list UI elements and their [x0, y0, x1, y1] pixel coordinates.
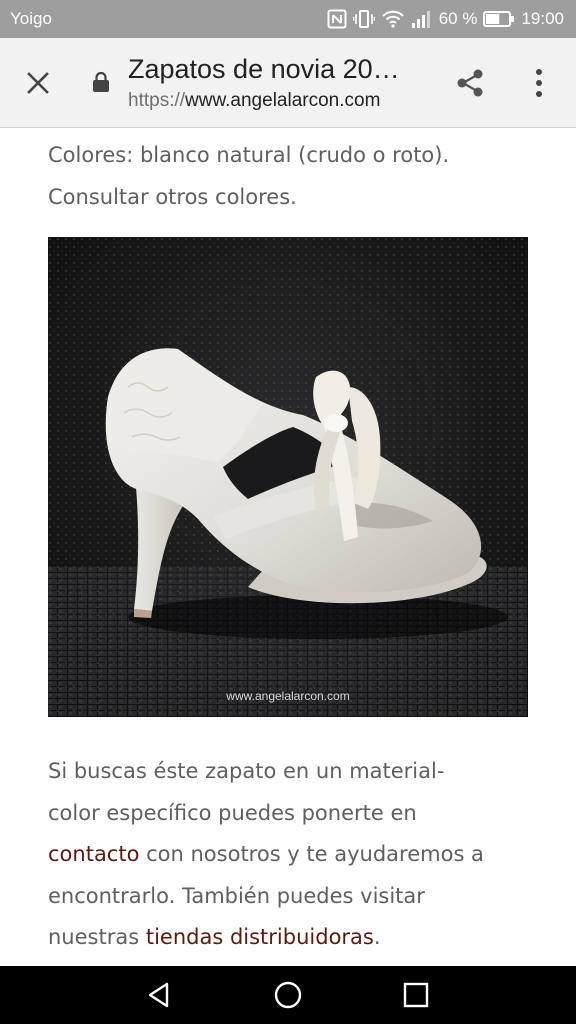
status-bar: Yoigo 60 % 19:00 — [0, 0, 576, 38]
carrier-name: Yoigo — [10, 9, 52, 28]
share-icon — [457, 69, 483, 97]
info-line-3: contacto con nosotros y te ayudaremos a — [48, 834, 538, 876]
info-line-3-text: con nosotros y te ayudaremos a — [139, 842, 484, 866]
colors-line-1: Colores: blanco natural (crudo o roto). — [48, 143, 450, 167]
page-url[interactable]: https://www.angelalarcon.com — [128, 90, 420, 112]
colors-line-2: Consultar otros colores. — [48, 184, 297, 209]
url-host: www.angelalarcon.com — [185, 90, 381, 111]
back-button[interactable] — [133, 971, 185, 1019]
stores-link[interactable]: tiendas distribuidoras — [146, 925, 374, 949]
signal-icon — [411, 11, 430, 28]
colors-paragraph: Colores: blanco natural (crudo o roto). … — [48, 135, 538, 218]
browser-toolbar: Zapatos de novia 20… https://www.angelal… — [0, 38, 576, 128]
page-title: Zapatos de novia 20… — [128, 54, 400, 84]
bridal-shoe-image — [48, 237, 528, 717]
more-vert-icon — [536, 69, 542, 97]
battery-percent: 60 % — [438, 9, 478, 28]
home-button[interactable] — [262, 971, 314, 1019]
url-scheme: https:// — [128, 90, 186, 111]
page-content: Colores: blanco natural (crudo o roto). … — [0, 129, 576, 966]
recents-icon — [403, 982, 429, 1008]
navigation-bar — [0, 966, 576, 1024]
info-line-1: Si buscas éste zapato en un material- — [48, 759, 445, 783]
more-options-button[interactable] — [515, 59, 563, 107]
vibrate-icon — [352, 10, 375, 28]
info-line-5-end: . — [373, 925, 381, 949]
info-line-4: encontrarlo. También puedes visitar — [48, 883, 425, 908]
info-paragraph: Si buscas éste zapato en un material- co… — [48, 751, 538, 959]
lock-icon — [93, 71, 109, 92]
contact-link[interactable]: contacto — [48, 842, 139, 866]
product-photo[interactable]: www.angelalarcon.com — [48, 237, 528, 717]
photo-watermark: www.angelalarcon.com — [226, 689, 350, 703]
nfc-icon — [327, 9, 347, 29]
close-button[interactable] — [14, 59, 62, 107]
share-button[interactable] — [446, 59, 494, 107]
clock: 19:00 — [521, 9, 564, 28]
info-line-5: nuestras tiendas distribuidoras. — [48, 917, 538, 959]
info-line-2: color específico puedes ponerte en — [48, 800, 417, 825]
info-line-5-text: nuestras — [48, 925, 146, 949]
back-icon — [148, 982, 169, 1008]
wifi-icon — [381, 10, 404, 28]
recents-button[interactable] — [390, 971, 442, 1019]
status-icons: 60 % 19:00 — [327, 7, 564, 31]
close-icon — [27, 72, 49, 94]
battery-icon — [483, 11, 515, 27]
home-icon — [274, 981, 302, 1009]
